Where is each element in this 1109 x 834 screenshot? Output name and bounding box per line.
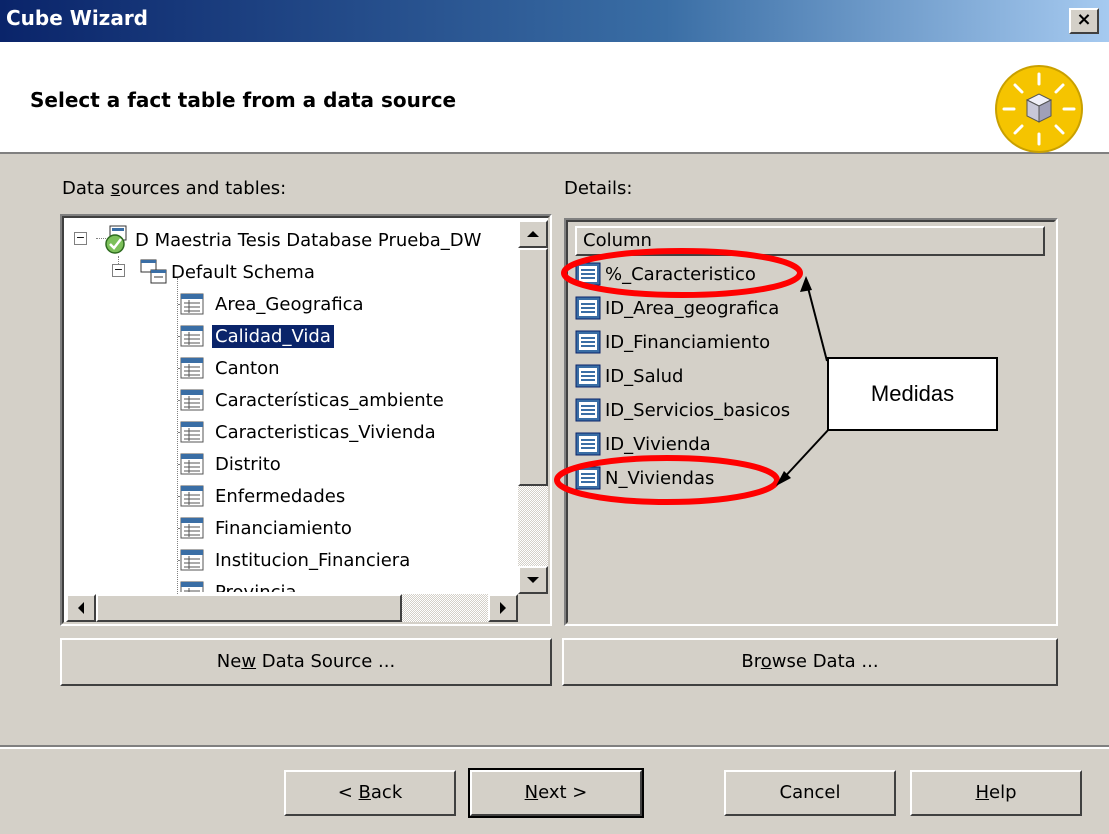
browse-data-button[interactable]: Browse Data ... bbox=[562, 638, 1058, 686]
next-button[interactable]: Next > bbox=[468, 768, 644, 818]
cancel-button[interactable]: Cancel bbox=[724, 770, 896, 816]
help-button[interactable]: Help bbox=[910, 770, 1082, 816]
back-button[interactable]: < Back bbox=[284, 770, 456, 816]
callout-arrow-up bbox=[805, 279, 828, 362]
footer-divider-highlight bbox=[0, 747, 1109, 749]
medidas-callout: Medidas bbox=[827, 357, 998, 431]
highlight-ellipse-top bbox=[561, 248, 803, 298]
new-data-source-button[interactable]: New Data Source ... bbox=[60, 638, 552, 686]
arrow-head-up bbox=[800, 276, 812, 292]
highlight-ellipse-bottom bbox=[554, 455, 780, 505]
callout-arrow-down bbox=[779, 427, 831, 483]
